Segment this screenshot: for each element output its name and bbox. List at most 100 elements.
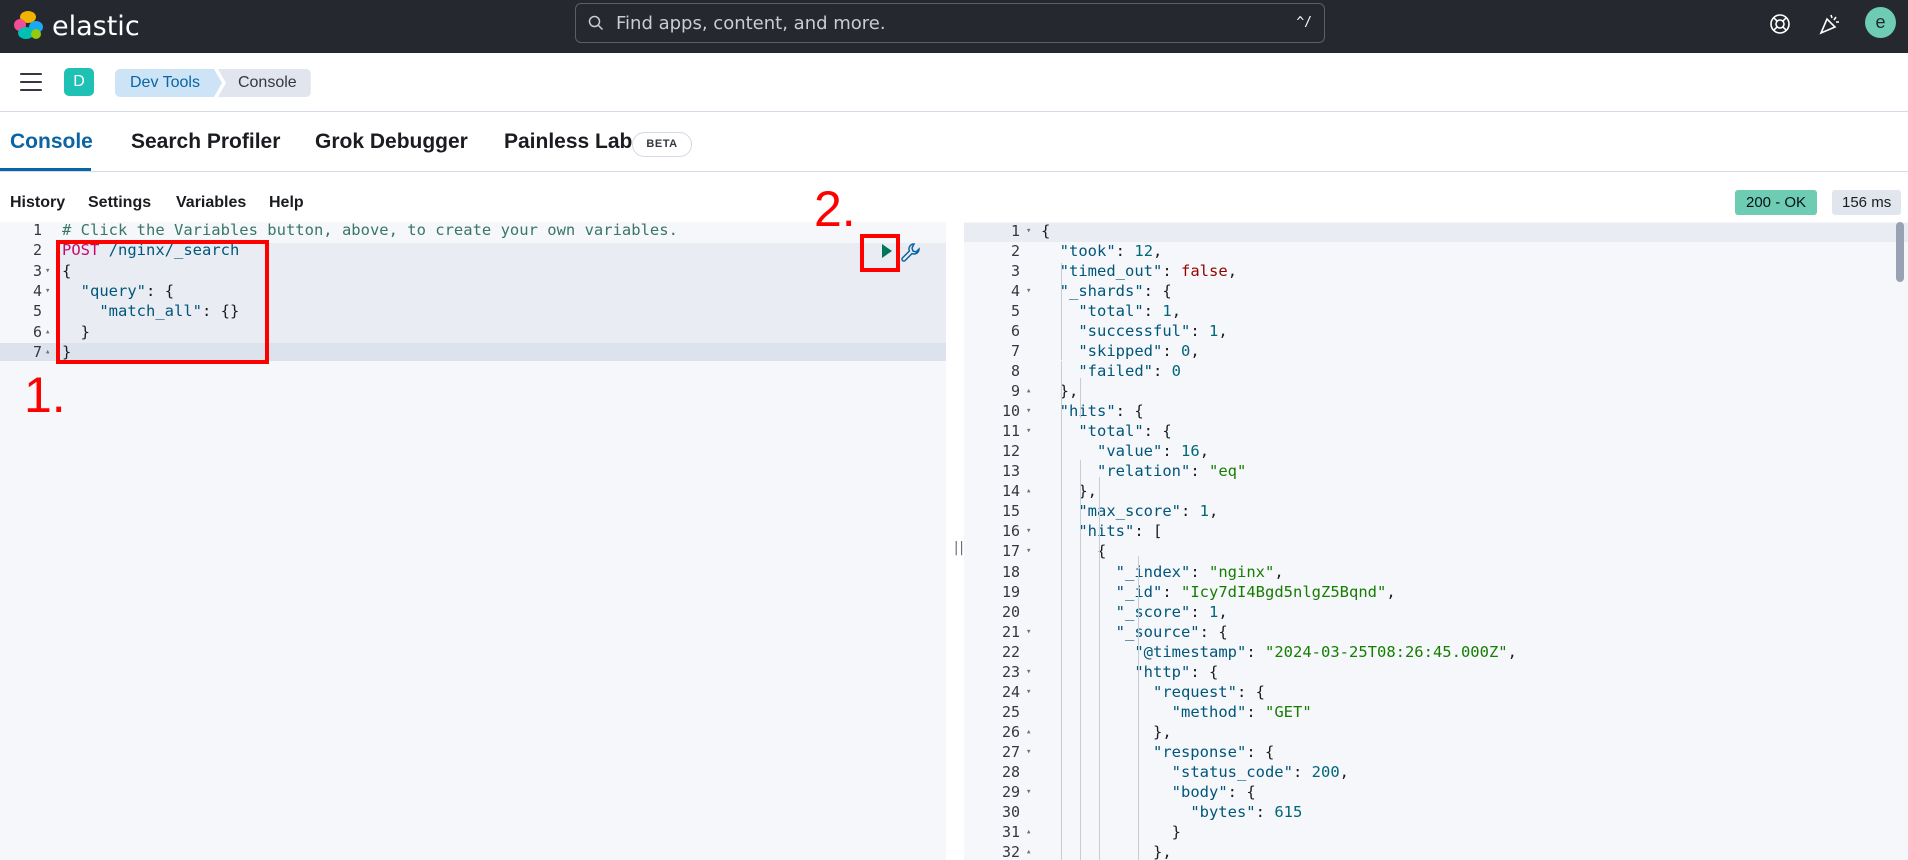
output-line[interactable]: 9 ▴ },: [964, 381, 1908, 401]
code-text: {: [1041, 222, 1051, 240]
output-line[interactable]: 19 "_id": "Icy7dI4Bgd5nlgZ5Bqnd",: [964, 582, 1908, 602]
output-line[interactable]: 29 ▾ "body": {: [964, 782, 1908, 802]
line-number: 6: [1010, 322, 1020, 341]
fold-icon[interactable]: ▾: [1026, 742, 1031, 762]
output-line[interactable]: 25 "method": "GET": [964, 702, 1908, 722]
output-line[interactable]: 15 "max_score": 1,: [964, 501, 1908, 521]
tab-grok-debugger[interactable]: Grok Debugger: [315, 130, 468, 154]
output-line[interactable]: 31 ▴ }: [964, 822, 1908, 842]
output-scrollbar[interactable]: [1896, 222, 1904, 282]
output-line[interactable]: 8 "failed": 0: [964, 361, 1908, 381]
output-line[interactable]: 21 ▾ "_source": {: [964, 622, 1908, 642]
indent-guide: [1138, 575, 1139, 860]
tab-search-profiler[interactable]: Search Profiler: [131, 130, 280, 154]
output-line[interactable]: 10 ▾ "hits": {: [964, 401, 1908, 421]
help-button[interactable]: Help: [269, 194, 304, 212]
fold-icon[interactable]: ▾: [1026, 222, 1031, 241]
output-line[interactable]: 17 ▾ {: [964, 541, 1908, 561]
response-output[interactable]: 1 ▾{2 "took": 12, 3 "timed_out": false, 4 ▾ …: [964, 222, 1908, 860]
line-number: 16: [1001, 522, 1020, 541]
news-feed-icon[interactable]: [1818, 12, 1842, 36]
elastic-logo-icon: [14, 11, 44, 41]
code-text: "hits": {: [1059, 402, 1144, 421]
output-line[interactable]: 7 "skipped": 0,: [964, 341, 1908, 361]
output-line[interactable]: 23 ▾ "http": {: [964, 662, 1908, 682]
fold-icon[interactable]: ▾: [45, 281, 50, 301]
fold-icon[interactable]: ▾: [1026, 401, 1031, 421]
code-text: "http": {: [1134, 662, 1219, 681]
wrench-icon[interactable]: [900, 242, 922, 264]
code-text: {: [1097, 542, 1107, 561]
code-text: "_index": "nginx",: [1115, 562, 1284, 581]
output-line[interactable]: 13 "relation": "eq": [964, 461, 1908, 481]
fold-icon[interactable]: ▾: [1026, 662, 1031, 682]
history-button[interactable]: History: [10, 194, 65, 212]
fold-icon[interactable]: ▾: [1026, 421, 1031, 441]
output-line[interactable]: 30 "bytes": 615: [964, 802, 1908, 822]
line-number: 8: [1010, 362, 1020, 381]
output-line[interactable]: 20 "_score": 1,: [964, 602, 1908, 622]
output-line[interactable]: 4 ▾ "_shards": {: [964, 281, 1908, 301]
elastic-logo[interactable]: elastic: [14, 8, 140, 44]
fold-icon[interactable]: ▾: [1026, 281, 1031, 301]
status-badge: 200 - OK: [1735, 190, 1818, 215]
output-line[interactable]: 18 "_index": "nginx",: [964, 562, 1908, 582]
fold-icon[interactable]: ▾: [1026, 682, 1031, 702]
fold-icon[interactable]: ▾: [45, 261, 50, 281]
fold-icon[interactable]: ▴: [45, 322, 50, 342]
line-number: 12: [1001, 442, 1020, 461]
output-line[interactable]: 27 ▾ "response": {: [964, 742, 1908, 762]
fold-icon[interactable]: ▴: [45, 342, 50, 362]
help-icon[interactable]: [1768, 12, 1792, 36]
resize-handle-icon[interactable]: ||: [952, 540, 966, 556]
menu-toggle-icon[interactable]: [20, 73, 42, 91]
output-line[interactable]: 5 "total": 1,: [964, 301, 1908, 321]
line-number: 28: [1001, 762, 1020, 781]
line-number: 30: [1001, 802, 1020, 821]
fold-icon[interactable]: ▾: [1026, 521, 1031, 541]
logo-text: elastic: [52, 10, 140, 42]
fold-icon[interactable]: ▴: [1026, 842, 1031, 860]
output-line[interactable]: 26 ▴ },: [964, 722, 1908, 742]
breadcrumb-dev-tools[interactable]: Dev Tools: [115, 69, 222, 97]
fold-icon[interactable]: ▴: [1026, 822, 1031, 842]
output-line[interactable]: 6 "successful": 1,: [964, 321, 1908, 341]
editor-line[interactable]: 1 # Click the Variables button, above, to…: [0, 222, 946, 240]
search-icon: [588, 15, 604, 31]
tab-console[interactable]: Console: [10, 130, 93, 154]
output-line[interactable]: 24 ▾ "request": {: [964, 682, 1908, 702]
run-annotation-box: [860, 234, 900, 272]
output-line[interactable]: 1 ▾ {: [964, 222, 1908, 241]
user-avatar[interactable]: e: [1865, 7, 1896, 38]
space-avatar[interactable]: D: [64, 68, 94, 96]
fold-icon[interactable]: ▴: [1026, 722, 1031, 742]
code-text: "skipped": 0,: [1078, 342, 1200, 361]
output-line[interactable]: 3 "timed_out": false,: [964, 261, 1908, 281]
output-line[interactable]: 12 "value": 16,: [964, 441, 1908, 461]
code-text: "_id": "Icy7dI4Bgd5nlgZ5Bqnd",: [1116, 582, 1396, 601]
output-line[interactable]: 2 "took": 12,: [964, 241, 1908, 261]
global-search-input[interactable]: Find apps, content, and more. ^/: [575, 3, 1325, 43]
tab-painless-lab[interactable]: Painless Lab: [504, 130, 632, 154]
line-number: 4: [1010, 282, 1020, 301]
output-line[interactable]: 22 "@timestamp": "2024-03-25T08:26:45.00…: [964, 642, 1908, 662]
output-line[interactable]: 14 ▴ },: [964, 481, 1908, 501]
fold-icon[interactable]: ▴: [1026, 481, 1031, 501]
fold-icon[interactable]: ▾: [1026, 541, 1031, 561]
output-line[interactable]: 16 ▾ "hits": [: [964, 521, 1908, 541]
fold-icon[interactable]: ▾: [1026, 782, 1031, 802]
fold-icon[interactable]: ▾: [1026, 622, 1031, 642]
output-line[interactable]: 11 ▾ "total": {: [964, 421, 1908, 441]
line-number: 22: [1001, 642, 1020, 661]
line-number: 3: [32, 261, 42, 280]
breadcrumb: Dev Tools Console: [115, 69, 311, 97]
variables-button[interactable]: Variables: [176, 194, 246, 212]
fold-icon[interactable]: ▴: [1026, 381, 1031, 401]
indent-guide: [1061, 263, 1062, 360]
code-text: "failed": 0: [1078, 362, 1182, 381]
line-number: 6: [32, 322, 42, 341]
output-line[interactable]: 32 ▴ },: [964, 842, 1908, 860]
settings-button[interactable]: Settings: [88, 194, 151, 212]
code-text: "method": "GET": [1171, 702, 1312, 721]
output-line[interactable]: 28 "status_code": 200,: [964, 762, 1908, 782]
